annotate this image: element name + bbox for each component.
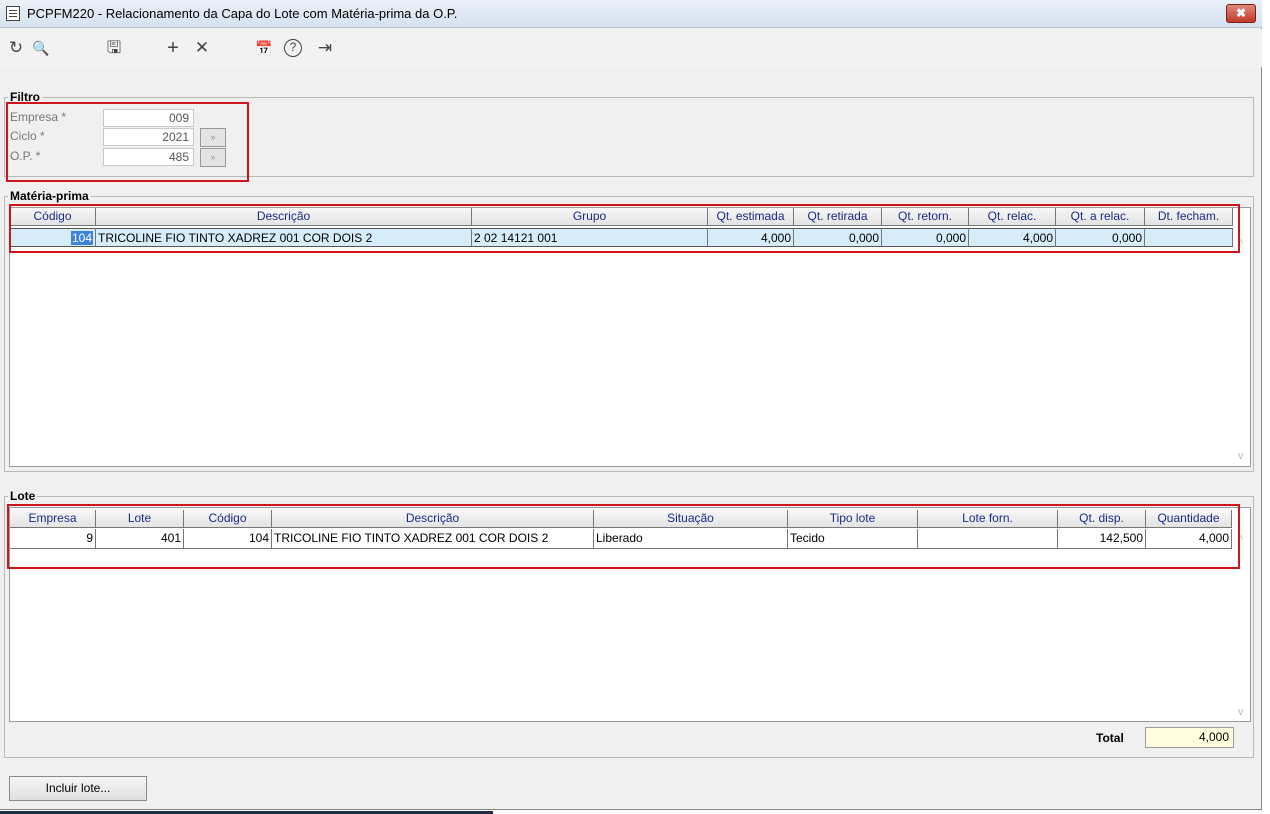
cell-empresa[interactable]: 9 (10, 529, 96, 548)
empresa-field[interactable]: 009 (103, 109, 194, 127)
col-qt-a-relac[interactable]: Qt. a relac. (1056, 208, 1145, 226)
col-qt-retirada[interactable]: Qt. retirada (794, 208, 882, 226)
col-lote-forn[interactable]: Lote forn. (918, 510, 1058, 528)
cell-codigo[interactable]: 104 (184, 529, 272, 548)
scroll-down-icon[interactable]: v (1238, 706, 1244, 718)
cell-qt-retirada[interactable]: 0,000 (794, 228, 882, 247)
add-icon[interactable]: + (163, 38, 183, 58)
main-window: PCPFM220 - Relacionamento da Capa do Lot… (0, 0, 1262, 810)
lote-header-row: Empresa Lote Código Descrição Situação T… (10, 510, 1232, 528)
op-label: O.P. * (10, 149, 41, 163)
cell-lote-forn[interactable] (918, 529, 1058, 548)
ciclo-lookup-button[interactable]: » (200, 128, 226, 147)
col-dt-fecham[interactable]: Dt. fecham. (1145, 208, 1233, 226)
op-lookup-button[interactable]: » (200, 148, 226, 167)
document-icon (6, 6, 20, 21)
cell-tipo-lote[interactable]: Tecido (788, 529, 918, 548)
save-icon[interactable]: 🖫 (104, 38, 124, 58)
scroll-up-icon[interactable]: ^ (1238, 238, 1243, 250)
col-lote[interactable]: Lote (96, 510, 184, 528)
table-row[interactable]: 104 TRICOLINE FIO TINTO XADREZ 001 COR D… (10, 228, 1233, 247)
incluir-lote-button[interactable]: Incluir lote... (9, 776, 147, 801)
cell-descricao[interactable]: TRICOLINE FIO TINTO XADREZ 001 COR DOIS … (96, 228, 472, 247)
col-situacao[interactable]: Situação (594, 510, 788, 528)
title-bar: PCPFM220 - Relacionamento da Capa do Lot… (0, 0, 1262, 28)
col-codigo[interactable]: Código (184, 510, 272, 528)
help-icon[interactable]: ? (284, 39, 302, 57)
calendar-icon[interactable]: 📅 (254, 38, 274, 58)
lote-grid: Empresa Lote Código Descrição Situação T… (9, 507, 1251, 722)
cell-quantidade[interactable]: 4,000 (1146, 529, 1232, 548)
table-row[interactable]: 9 401 104 TRICOLINE FIO TINTO XADREZ 001… (10, 529, 1232, 549)
cell-qt-a-relac[interactable]: 0,000 (1056, 228, 1145, 247)
toolbar: ↻ 🔍 🖫 + ✕ 📅 ? ⇥ (0, 29, 1262, 67)
selected-codigo: 104 (70, 231, 93, 245)
col-quantidade[interactable]: Quantidade (1146, 510, 1232, 528)
refresh-icon[interactable]: ↻ (6, 38, 26, 58)
cell-qt-disp[interactable]: 142,500 (1058, 529, 1146, 548)
col-descricao[interactable]: Descrição (96, 208, 472, 226)
cell-codigo[interactable]: 104 (10, 228, 96, 247)
col-qt-estimada[interactable]: Qt. estimada (708, 208, 794, 226)
cell-descricao[interactable]: TRICOLINE FIO TINTO XADREZ 001 COR DOIS … (272, 529, 594, 548)
cell-grupo[interactable]: 2 02 14121 001 (472, 228, 708, 247)
materia-grid: Código Descrição Grupo Qt. estimada Qt. … (9, 207, 1251, 467)
delete-icon[interactable]: ✕ (192, 38, 212, 58)
total-value: 4,000 (1145, 727, 1234, 748)
materia-legend: Matéria-prima (8, 189, 91, 203)
col-empresa[interactable]: Empresa (10, 510, 96, 528)
filtro-legend: Filtro (8, 90, 42, 104)
exit-icon[interactable]: ⇥ (315, 38, 335, 58)
cell-qt-relac[interactable]: 4,000 (969, 228, 1056, 247)
search-icon[interactable]: 🔍 (31, 38, 51, 58)
col-qt-disp[interactable]: Qt. disp. (1058, 510, 1146, 528)
cell-qt-estimada[interactable]: 4,000 (708, 228, 794, 247)
scroll-down-icon[interactable]: v (1238, 450, 1244, 462)
cell-dt-fecham[interactable] (1145, 228, 1233, 247)
close-button[interactable]: ✖ (1226, 4, 1256, 23)
cell-qt-retorn[interactable]: 0,000 (882, 228, 969, 247)
col-qt-relac[interactable]: Qt. relac. (969, 208, 1056, 226)
col-qt-retorn[interactable]: Qt. retorn. (882, 208, 969, 226)
window-title: PCPFM220 - Relacionamento da Capa do Lot… (27, 6, 458, 21)
lote-legend: Lote (8, 489, 38, 503)
scroll-up-icon[interactable]: ^ (1238, 534, 1243, 546)
ciclo-field[interactable]: 2021 (103, 128, 194, 146)
materia-header-row: Código Descrição Grupo Qt. estimada Qt. … (10, 208, 1233, 226)
total-label: Total (1096, 731, 1124, 745)
col-tipo-lote[interactable]: Tipo lote (788, 510, 918, 528)
empresa-label: Empresa * (10, 110, 67, 124)
cell-situacao[interactable]: Liberado (594, 529, 788, 548)
col-grupo[interactable]: Grupo (472, 208, 708, 226)
op-field[interactable]: 485 (103, 148, 194, 166)
col-codigo[interactable]: Código (10, 208, 96, 226)
col-descricao[interactable]: Descrição (272, 510, 594, 528)
ciclo-label: Ciclo * (10, 129, 45, 143)
cell-lote[interactable]: 401 (96, 529, 184, 548)
